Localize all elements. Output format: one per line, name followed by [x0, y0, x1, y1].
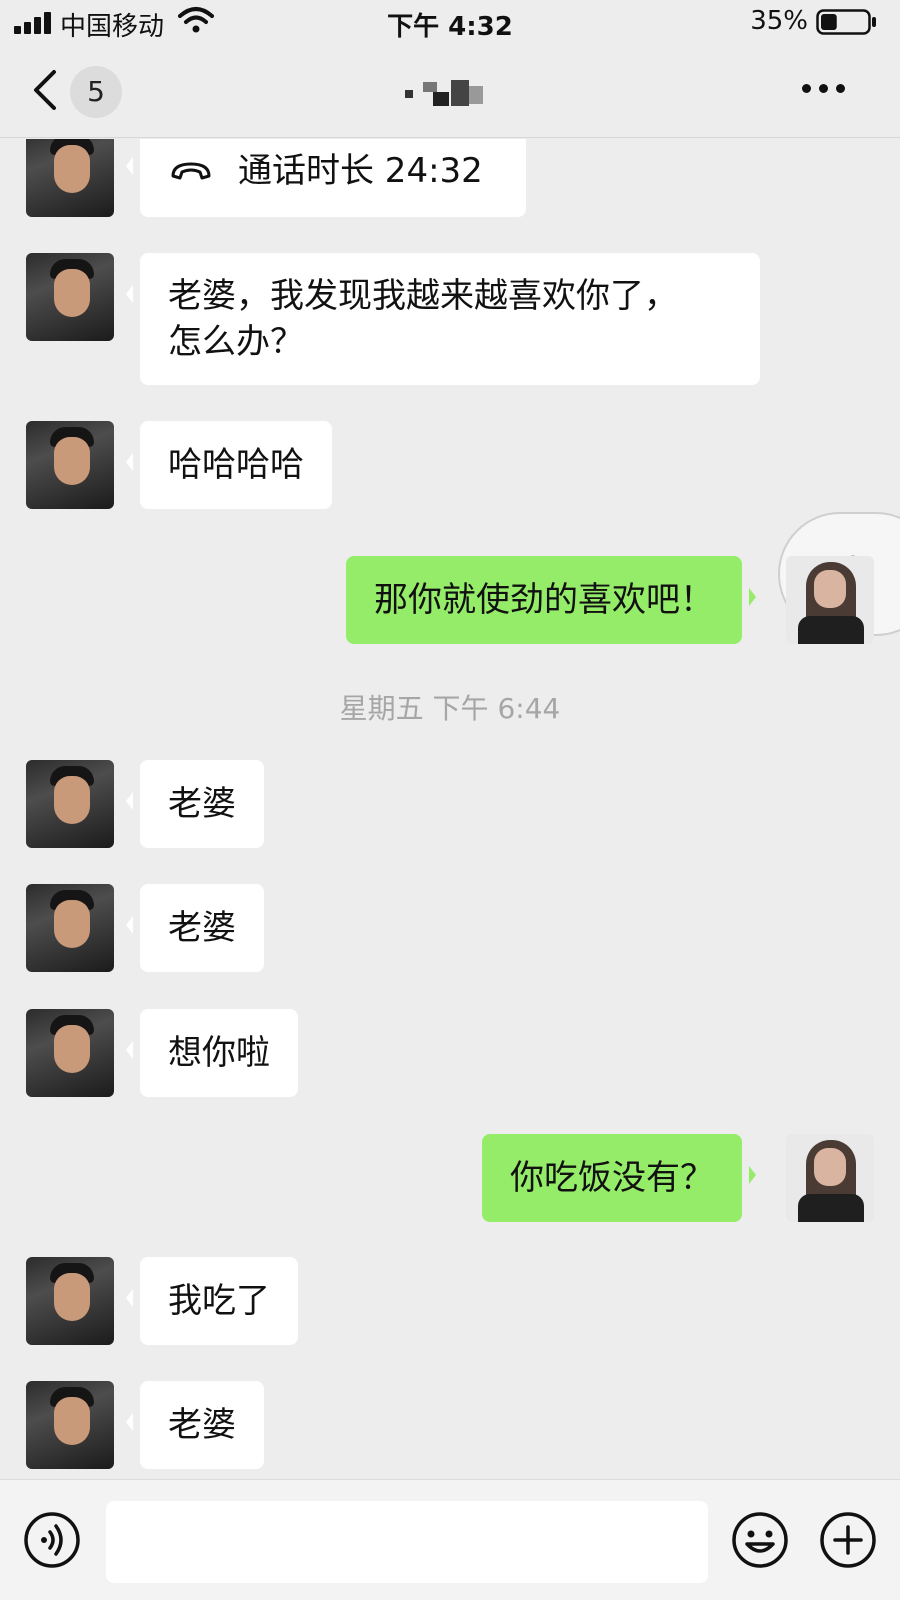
- emoji-icon[interactable]: [730, 1510, 790, 1570]
- contact-avatar[interactable]: [26, 1381, 114, 1469]
- nav-bar: 5: [0, 44, 900, 138]
- unread-count-badge[interactable]: 5: [70, 66, 122, 118]
- message-bubble-sent[interactable]: 你吃饭没有？: [482, 1134, 756, 1222]
- message-bubble[interactable]: 老婆: [126, 884, 264, 972]
- hangup-icon: [171, 162, 211, 180]
- my-avatar[interactable]: [786, 556, 874, 644]
- message-bubble-sent[interactable]: 那你就使劲的喜欢吧！: [346, 556, 756, 644]
- message-bubble[interactable]: 老婆: [126, 760, 264, 848]
- message-text: 怎么办？: [168, 322, 304, 362]
- contact-name-pixelated: [405, 78, 490, 108]
- message-bubble[interactable]: 老婆: [126, 1381, 264, 1469]
- battery-percent: 35%: [750, 6, 808, 36]
- message-bubble[interactable]: 哈哈哈哈: [126, 421, 332, 509]
- contact-avatar[interactable]: [26, 139, 114, 217]
- message-bubble[interactable]: 我吃了: [126, 1257, 298, 1345]
- more-icon[interactable]: [802, 84, 846, 96]
- chat-screen: 中国移动 下午 4:32 35% 5 通话时长 24:32 老婆，我发现我越来越…: [0, 0, 900, 1600]
- timestamp-divider: 星期五 下午 6:44: [339, 692, 561, 725]
- contact-avatar[interactable]: [26, 1257, 114, 1345]
- message-bubble[interactable]: 老婆，我发现我越来越喜欢你了， 怎么办？: [126, 253, 760, 385]
- plus-icon[interactable]: [818, 1510, 878, 1570]
- message-text: 老婆，我发现我越来越喜欢你了，: [168, 276, 678, 316]
- input-bar: [0, 1479, 900, 1600]
- status-bar: 中国移动 下午 4:32 35%: [0, 0, 900, 44]
- contact-avatar[interactable]: [26, 1009, 114, 1097]
- call-record-bubble[interactable]: 通话时长 24:32: [126, 139, 526, 217]
- contact-avatar[interactable]: [26, 253, 114, 341]
- message-list[interactable]: 通话时长 24:32 老婆，我发现我越来越喜欢你了， 怎么办？ 哈哈哈哈 那你就…: [0, 139, 900, 1479]
- back-icon[interactable]: [28, 68, 64, 112]
- call-duration-text: 通话时长 24:32: [238, 151, 483, 191]
- message-input[interactable]: [106, 1501, 708, 1583]
- voice-icon[interactable]: [22, 1510, 82, 1570]
- my-avatar[interactable]: [786, 1134, 874, 1222]
- message-bubble[interactable]: 想你啦: [126, 1009, 298, 1097]
- contact-avatar[interactable]: [26, 760, 114, 848]
- contact-avatar[interactable]: [26, 884, 114, 972]
- battery-icon: [816, 9, 876, 35]
- contact-avatar[interactable]: [26, 421, 114, 509]
